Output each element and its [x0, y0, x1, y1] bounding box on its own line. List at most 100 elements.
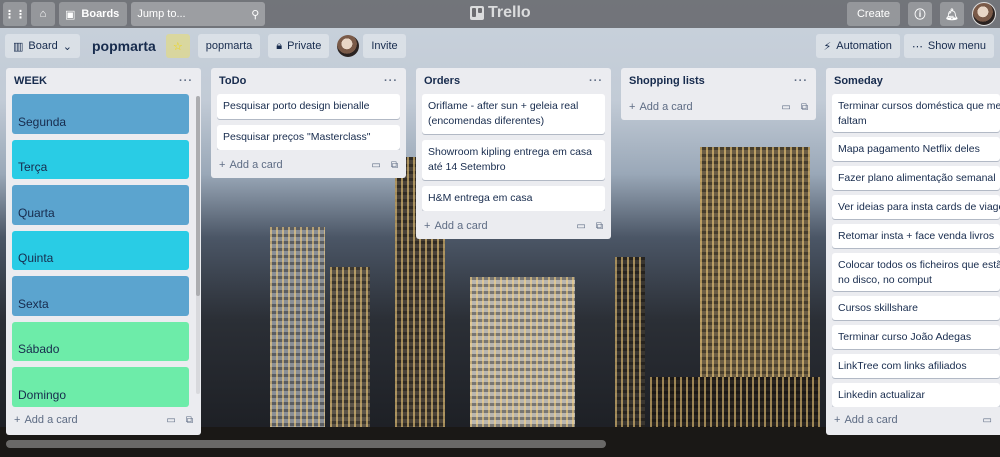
- list-todo: ToDo ··· Pesquisar porto design bienalle…: [211, 68, 406, 178]
- chevron-down-icon: ⌄: [62, 40, 72, 53]
- add-card-row: + Add a card ▭ ⧉: [6, 407, 201, 433]
- card-title: Pesquisar preços "Masterclass": [223, 131, 371, 143]
- list-menu-icon[interactable]: ···: [179, 75, 193, 87]
- boards-icon: ▣: [65, 8, 76, 21]
- add-card-button[interactable]: + Add a card: [14, 414, 78, 426]
- copy-icon[interactable]: ⧉: [596, 221, 603, 232]
- list-card[interactable]: H&M entrega em casa: [422, 186, 605, 211]
- list-title[interactable]: Shopping lists: [629, 75, 705, 87]
- add-card-button[interactable]: + Add a card: [219, 159, 283, 171]
- boards-button[interactable]: ▣ Boards: [59, 2, 128, 26]
- card-template-icon[interactable]: ▭: [166, 415, 175, 426]
- card-title: Terminar curso João Adegas: [838, 331, 972, 343]
- member-avatar[interactable]: [337, 35, 360, 57]
- list-card[interactable]: Mapa pagamento Netflix deles: [832, 137, 1000, 161]
- home-button[interactable]: ⌂: [31, 2, 55, 26]
- list-card[interactable]: Showroom kipling entrega em casa até 14 …: [422, 140, 605, 180]
- list-card[interactable]: Terminar curso João Adegas: [832, 325, 1000, 349]
- star-board-button[interactable]: ☆: [165, 34, 190, 58]
- list-week: WEEK ··· Segunda Terça Quarta Quinta Sex…: [6, 68, 201, 435]
- card-template-icon[interactable]: ▭: [371, 160, 380, 171]
- card-template-icon[interactable]: ▭: [781, 102, 790, 113]
- card-title: LinkTree com links afiliados: [838, 360, 967, 372]
- invite-button[interactable]: Invite: [363, 34, 406, 58]
- add-card-label: Add a card: [434, 220, 488, 232]
- list-card[interactable]: Cursos skillshare: [832, 296, 1000, 320]
- card-segunda[interactable]: Segunda: [12, 94, 189, 134]
- list-someday: Someday Terminar cursos doméstica que me…: [826, 68, 1000, 435]
- card-title: Mapa pagamento Netflix deles: [838, 143, 980, 155]
- list-header[interactable]: WEEK ···: [6, 68, 201, 94]
- card-quarta[interactable]: Quarta: [12, 185, 189, 225]
- list-header[interactable]: Shopping lists ···: [621, 68, 816, 94]
- list-card[interactable]: Pesquisar preços "Masterclass": [217, 125, 400, 150]
- board-view-switcher[interactable]: ▥ Board ⌄: [5, 34, 80, 58]
- bell-icon: 🔔︎: [945, 8, 959, 21]
- add-card-label: Add a card: [639, 101, 693, 113]
- card-sabado[interactable]: Sábado: [12, 321, 189, 362]
- create-button[interactable]: Create: [846, 2, 900, 26]
- logo-text: Trello: [488, 4, 531, 21]
- card-title: Colocar todos os ficheiros que estão no …: [838, 259, 1000, 286]
- plus-icon: +: [424, 220, 431, 232]
- list-card[interactable]: Pesquisar porto design bienalle: [217, 94, 400, 119]
- copy-icon[interactable]: ⧉: [801, 102, 808, 113]
- list-title[interactable]: WEEK: [14, 75, 47, 87]
- visibility-button[interactable]: 🔒︎ Private: [268, 34, 330, 58]
- board-title[interactable]: popmarta: [92, 38, 156, 54]
- home-icon: ⌂: [39, 8, 47, 20]
- list-card[interactable]: Colocar todos os ficheiros que estão no …: [832, 253, 1000, 291]
- automation-button[interactable]: ⚡︎ Automation: [815, 34, 900, 58]
- board-horizontal-scrollbar[interactable]: [6, 440, 606, 448]
- list-card[interactable]: Fazer plano alimentação semanal: [832, 166, 1000, 190]
- show-menu-button[interactable]: ⋯ Show menu: [903, 34, 994, 58]
- list-title[interactable]: Someday: [834, 75, 883, 87]
- add-card-button[interactable]: + Add a card: [424, 220, 488, 232]
- list-card[interactable]: Linkedin actualizar: [832, 383, 1000, 407]
- workspace-label: popmarta: [205, 40, 253, 52]
- user-avatar[interactable]: [972, 2, 996, 26]
- list-menu-icon[interactable]: ···: [794, 75, 808, 87]
- list-card[interactable]: Oriflame - after sun + geleia real (enco…: [422, 94, 605, 134]
- add-card-button[interactable]: + Add a card: [629, 101, 693, 113]
- card-title: Pesquisar porto design bienalle: [223, 100, 370, 112]
- list-menu-icon[interactable]: ···: [589, 75, 603, 87]
- info-icon: ⓘ: [914, 9, 926, 21]
- card-title: Retomar insta + face venda livros: [838, 230, 995, 242]
- list-menu-icon[interactable]: ···: [384, 75, 398, 87]
- workspace-button[interactable]: popmarta: [197, 34, 261, 58]
- list-title[interactable]: Orders: [424, 75, 460, 87]
- list-header[interactable]: Orders ···: [416, 68, 611, 94]
- board-header: ▥ Board ⌄ popmarta ☆ popmarta 🔒︎ Private…: [0, 32, 1000, 60]
- list-cards: Pesquisar porto design bienalle Pesquisa…: [211, 94, 406, 150]
- card-template-icon[interactable]: ▭: [983, 415, 992, 426]
- info-button[interactable]: ⓘ: [908, 2, 932, 26]
- trello-logo-icon: [470, 6, 484, 20]
- list-card[interactable]: Terminar cursos doméstica que me faltam: [832, 94, 1000, 132]
- card-template-icon[interactable]: ▭: [576, 221, 585, 232]
- list-card[interactable]: LinkTree com links afiliados: [832, 354, 1000, 378]
- card-title: Linkedin actualizar: [838, 389, 925, 401]
- notifications-button[interactable]: 🔔︎: [940, 2, 964, 26]
- add-card-button[interactable]: + Add a card: [834, 414, 898, 426]
- top-navigation-bar: ⋮⋮ ⌂ ▣ Boards Jump to... ⚲ Trello Create…: [0, 0, 1000, 28]
- list-header[interactable]: Someday: [826, 68, 1000, 94]
- trello-logo[interactable]: Trello: [470, 4, 531, 22]
- copy-icon[interactable]: ⧉: [391, 160, 398, 171]
- boards-label: Boards: [81, 8, 120, 20]
- list-title[interactable]: ToDo: [219, 75, 246, 87]
- card-terca[interactable]: Terça: [12, 139, 189, 180]
- list-card[interactable]: Retomar insta + face venda livros: [832, 224, 1000, 248]
- list-header[interactable]: ToDo ···: [211, 68, 406, 94]
- card-title: Sábado: [18, 342, 60, 357]
- card-title: Ver ideias para insta cards de viagem: [838, 201, 1000, 213]
- apps-switcher-button[interactable]: ⋮⋮: [3, 2, 27, 26]
- search-input[interactable]: Jump to... ⚲: [131, 2, 266, 26]
- card-sexta[interactable]: Sexta: [12, 276, 189, 316]
- week-list-scrollbar[interactable]: [196, 96, 200, 394]
- list-card[interactable]: Ver ideias para insta cards de viagem: [832, 195, 1000, 219]
- card-quinta[interactable]: Quinta: [12, 230, 189, 271]
- copy-icon[interactable]: ⧉: [186, 415, 193, 426]
- card-domingo[interactable]: Domingo: [12, 367, 189, 407]
- card-title: Sexta: [18, 296, 49, 311]
